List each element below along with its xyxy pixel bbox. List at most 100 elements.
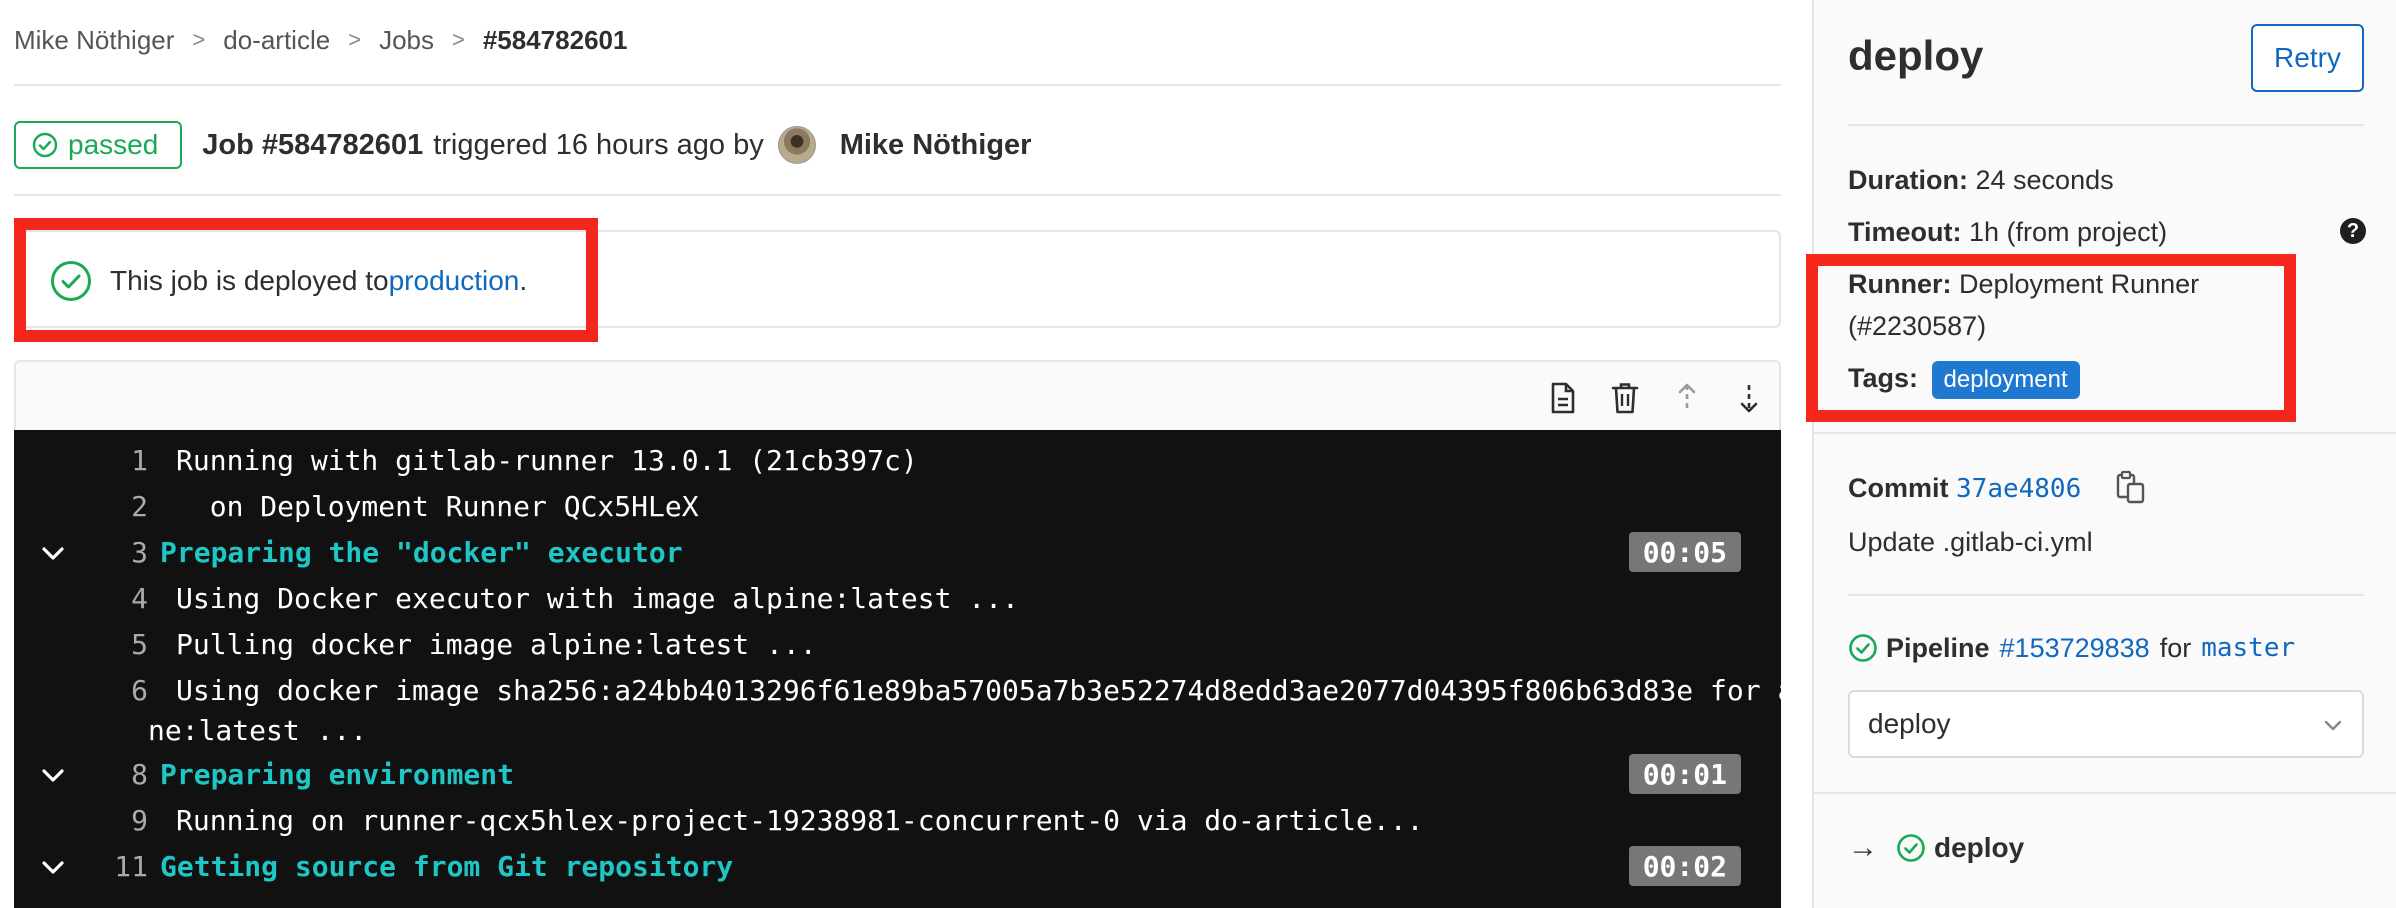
log-line: 1 Running with gitlab-runner 13.0.1 (21c… [14, 440, 1781, 480]
commit-sha-link[interactable]: 37ae4806 [1956, 474, 2081, 504]
scroll-bottom-icon[interactable] [1732, 380, 1766, 416]
line-number[interactable]: 1 [54, 444, 148, 477]
breadcrumb-separator: > [451, 27, 465, 52]
breadcrumb-separator: > [192, 27, 206, 52]
section-duration: 00:05 [1628, 532, 1741, 572]
status-label: passed [68, 129, 159, 160]
log-text: Using Docker executor with image alpine:… [176, 581, 1019, 615]
deployment-prefix: This job is deployed to [110, 265, 389, 296]
log-line: 5 Pulling docker image alpine:latest ... [14, 624, 1781, 664]
log-line-continuation: ne:latest ... [14, 710, 1781, 750]
deployment-alert: This job is deployed to production . [14, 230, 1781, 328]
retry-button[interactable]: Retry [2251, 24, 2364, 92]
duration-label: Duration: [1848, 165, 1968, 195]
stage-select-value: deploy [1868, 708, 1951, 739]
section-duration: 00:02 [1628, 846, 1741, 886]
tag-badge: deployment [1931, 360, 2080, 399]
arrow-right-icon: → [1848, 831, 1878, 864]
breadcrumb-user[interactable]: Mike Nöthiger [14, 25, 174, 56]
timeout-row: Timeout: 1h (from project) [1848, 212, 2167, 252]
divider [14, 194, 1781, 196]
log-section-title: Preparing the "docker" executor [160, 535, 683, 569]
job-title: Job #584782601 [202, 128, 424, 161]
line-number[interactable]: 2 [54, 490, 148, 523]
job-sidebar: deploy Retry Duration: 24 seconds Timeou… [1806, 0, 2396, 908]
divider [1814, 432, 2396, 434]
log-line: 2 on Deployment Runner QCx5HLeX [14, 486, 1781, 526]
line-number[interactable]: 5 [54, 628, 148, 661]
pipeline-status-icon[interactable] [1848, 633, 1878, 663]
breadcrumb-jobs[interactable]: Jobs [379, 25, 434, 56]
pipeline-link[interactable]: #153729838 [2000, 628, 2150, 668]
log-section-header[interactable]: 3 Preparing the "docker" executor 00:05 [14, 532, 1781, 572]
log-section-title: Getting source from Git repository [160, 849, 734, 883]
stage-select[interactable]: deploy [1848, 690, 2364, 758]
job-author[interactable]: Mike Nöthiger [840, 129, 1032, 162]
help-icon[interactable]: ? [2340, 218, 2366, 244]
status-success-icon [32, 132, 58, 158]
breadcrumb-job-id[interactable]: #584782601 [483, 25, 628, 56]
line-number[interactable]: 4 [54, 582, 148, 615]
timeout-label: Timeout: [1848, 217, 1962, 247]
job-list-item[interactable]: → deploy [1848, 828, 2024, 868]
environment-link[interactable]: production [389, 265, 520, 297]
erase-log-icon[interactable] [1608, 380, 1642, 416]
job-header: passed Job #584782601 triggered 16 hours… [14, 120, 1031, 170]
log-section-title: Preparing environment [160, 757, 515, 791]
job-status-icon [1897, 834, 1925, 862]
avatar[interactable] [777, 126, 816, 164]
raw-log-icon[interactable] [1546, 380, 1580, 416]
log-text: on Deployment Runner QCx5HLeX [176, 489, 699, 523]
runner-value: Deployment Runner [1959, 269, 2200, 299]
pipeline-for-text: for [2159, 633, 2192, 663]
runner-id-row: (#2230587) [1848, 306, 1986, 346]
runner-id: (#2230587) [1848, 311, 1987, 341]
job-main-panel: Mike Nöthiger > do-article > Jobs > #584… [0, 0, 1800, 908]
section-duration: 00:01 [1628, 754, 1741, 794]
divider [1848, 124, 2364, 126]
log-text: Running with gitlab-runner 13.0.1 (21cb3… [176, 443, 918, 477]
line-number[interactable]: 8 [54, 758, 148, 791]
pipeline-row: Pipeline #153729838 for master [1848, 628, 2295, 668]
job-triggered-text: triggered 16 hours ago by [433, 128, 764, 161]
breadcrumb-project[interactable]: do-article [223, 25, 330, 56]
commit-row: Commit 37ae4806 [1848, 468, 2081, 509]
commit-label: Commit [1848, 473, 1949, 503]
line-number[interactable]: 6 [54, 674, 148, 707]
job-log: 1 Running with gitlab-runner 13.0.1 (21c… [14, 430, 1781, 908]
tags-row: Tags: deployment [1848, 358, 2080, 399]
log-text: Using docker image sha256:a24bb4013296f6… [176, 673, 1781, 707]
duration-value: 24 seconds [1975, 165, 2114, 195]
status-badge[interactable]: passed [14, 121, 183, 169]
runner-row: Runner: Deployment Runner [1848, 264, 2199, 304]
branch-link[interactable]: master [2201, 628, 2295, 668]
log-line: 9 Running on runner-qcx5hlex-project-192… [14, 800, 1781, 840]
divider [14, 84, 1781, 86]
breadcrumb-separator: > [348, 27, 362, 52]
log-text: Pulling docker image alpine:latest ... [176, 627, 817, 661]
chevron-down-icon [2324, 720, 2342, 731]
line-number[interactable]: 3 [54, 536, 148, 569]
line-number[interactable]: 9 [54, 804, 148, 837]
deployment-suffix: . [519, 265, 528, 296]
divider [1848, 594, 2364, 596]
scroll-top-icon[interactable] [1670, 380, 1704, 416]
log-section-header[interactable]: 11 Getting source from Git repository 00… [14, 846, 1781, 886]
pipeline-label: Pipeline [1886, 633, 1990, 663]
breadcrumb: Mike Nöthiger > do-article > Jobs > #584… [14, 20, 627, 60]
log-text: Running on runner-qcx5hlex-project-19238… [176, 803, 1424, 837]
copy-icon[interactable] [2116, 470, 2146, 504]
job-list-item-label: deploy [1934, 832, 2025, 863]
timeout-value: 1h (from project) [1969, 217, 2168, 247]
tags-label: Tags: [1848, 363, 1919, 393]
duration-row: Duration: 24 seconds [1848, 160, 2114, 200]
deployment-message: This job is deployed to production . [50, 256, 527, 306]
log-line: 4 Using Docker executor with image alpin… [14, 578, 1781, 618]
line-number[interactable]: 11 [54, 850, 148, 883]
sidebar-job-name: deploy [1848, 32, 1984, 79]
runner-label: Runner: [1848, 269, 1952, 299]
log-section-header[interactable]: 8 Preparing environment 00:01 [14, 754, 1781, 794]
success-check-icon [51, 261, 91, 301]
log-line: 6 Using docker image sha256:a24bb4013296… [14, 670, 1781, 710]
commit-message: Update .gitlab-ci.yml [1848, 527, 2093, 557]
